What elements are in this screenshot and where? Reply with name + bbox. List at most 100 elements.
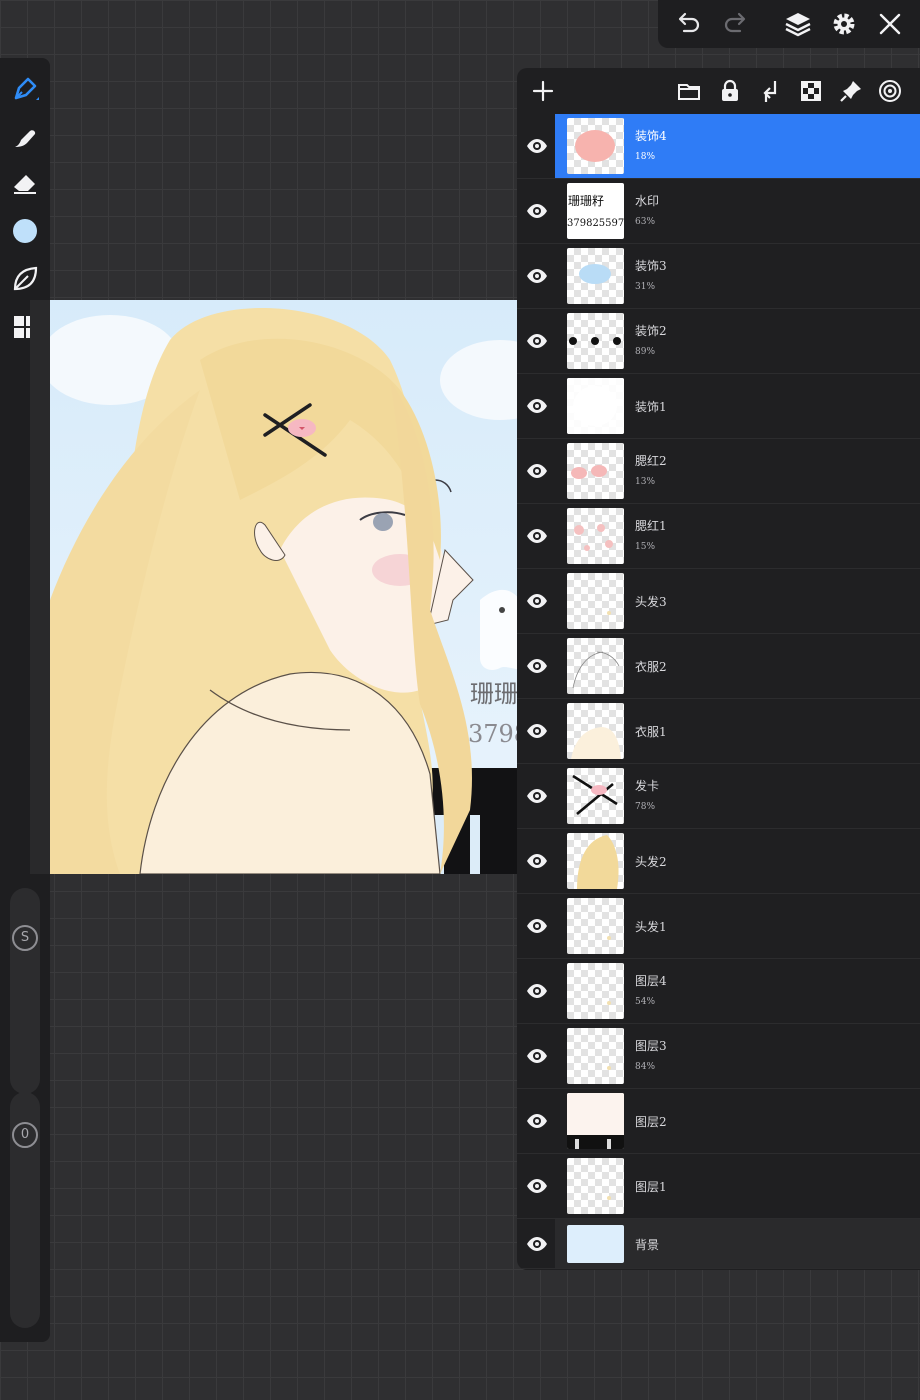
eye-icon[interactable] xyxy=(525,1232,549,1256)
color-swatch[interactable] xyxy=(8,214,42,248)
layer-name: 头发3 xyxy=(635,595,667,609)
smudge-icon[interactable] xyxy=(8,120,42,154)
top-toolbar xyxy=(658,0,920,48)
eye-icon[interactable] xyxy=(525,719,549,743)
layer-row[interactable]: 头发1 xyxy=(517,894,920,959)
layer-row[interactable]: 背景 xyxy=(517,1219,920,1269)
gear-icon[interactable] xyxy=(828,8,860,40)
layer-name: 装饰3 xyxy=(635,259,667,273)
pin-icon[interactable] xyxy=(837,77,865,105)
layer-opacity: 84% xyxy=(635,1062,656,1072)
brush-size-slider[interactable] xyxy=(10,888,40,1094)
layer-thumbnail xyxy=(567,248,624,304)
layer-thumbnail xyxy=(567,378,624,434)
layer-row[interactable]: 腮红1 15% xyxy=(517,504,920,569)
layer-row[interactable]: 图层2 xyxy=(517,1089,920,1154)
layer-name: 水印 xyxy=(635,194,660,208)
watermark-thumb-line1: 珊珊籽 xyxy=(568,194,604,208)
layer-opacity: 78% xyxy=(635,802,656,812)
layer-name: 衣服2 xyxy=(635,660,667,674)
merge-down-icon[interactable] xyxy=(757,77,785,105)
layer-thumbnail xyxy=(567,573,624,629)
layer-row[interactable]: 图层4 54% xyxy=(517,959,920,1024)
plus-icon[interactable] xyxy=(529,77,557,105)
folder-icon[interactable] xyxy=(675,77,703,105)
layer-name: 装饰2 xyxy=(635,324,667,338)
layer-name: 图层3 xyxy=(635,1039,667,1053)
layer-name: 腮红1 xyxy=(635,519,667,533)
layer-row[interactable]: 装饰2 89% xyxy=(517,309,920,374)
layer-thumbnail xyxy=(567,703,624,759)
eye-icon[interactable] xyxy=(525,914,549,938)
layer-opacity: 31% xyxy=(635,282,656,292)
layer-name: 图层2 xyxy=(635,1115,667,1129)
layer-row[interactable]: 腮红2 13% xyxy=(517,439,920,504)
drawing-canvas[interactable]: 珊珊 3798 xyxy=(50,300,520,874)
layers-icon[interactable] xyxy=(782,8,814,40)
layer-row[interactable]: 装饰3 31% xyxy=(517,244,920,309)
layer-opacity: 54% xyxy=(635,997,656,1007)
eye-icon[interactable] xyxy=(525,394,549,418)
alpha-icon[interactable] xyxy=(797,77,825,105)
size-slider-knob[interactable]: S xyxy=(12,925,38,951)
layer-row[interactable]: 发卡 78% xyxy=(517,764,920,829)
layer-thumbnail xyxy=(567,898,624,954)
eye-icon[interactable] xyxy=(525,979,549,1003)
eye-icon[interactable] xyxy=(525,264,549,288)
lock-icon[interactable] xyxy=(716,77,744,105)
layer-thumbnail: 珊珊籽 379825597 xyxy=(567,183,624,239)
eye-icon[interactable] xyxy=(525,1109,549,1133)
eye-icon[interactable] xyxy=(525,524,549,548)
layer-row[interactable]: 装饰4 18% xyxy=(517,114,920,179)
eye-icon[interactable] xyxy=(525,199,549,223)
layer-row[interactable]: 头发2 xyxy=(517,829,920,894)
opacity-slider-knob[interactable]: 0 xyxy=(12,1122,38,1148)
layer-thumbnail xyxy=(567,638,624,694)
layer-thumbnail xyxy=(567,1225,624,1263)
eye-icon[interactable] xyxy=(525,849,549,873)
layer-row[interactable]: 图层1 xyxy=(517,1154,920,1219)
eye-icon[interactable] xyxy=(525,459,549,483)
layer-name: 背景 xyxy=(635,1238,660,1252)
layer-name: 头发2 xyxy=(635,855,667,869)
layer-thumbnail xyxy=(567,1158,624,1214)
layer-name: 衣服1 xyxy=(635,725,667,739)
layer-thumbnail xyxy=(567,118,624,174)
layer-row[interactable]: 图层3 84% xyxy=(517,1024,920,1089)
layer-thumbnail xyxy=(567,1028,624,1084)
layer-row[interactable]: 珊珊籽 379825597 水印 63% xyxy=(517,179,920,244)
layer-row[interactable]: 头发3 xyxy=(517,569,920,634)
layer-thumbnail xyxy=(567,833,624,889)
layers-panel: 装饰4 18% 珊珊籽 379825597 水印 63% 装饰3 31% 装饰2 89% 装饰1 腮红… xyxy=(517,68,920,1270)
canvas-watermark-line2: 3798 xyxy=(468,720,520,748)
layer-opacity: 18% xyxy=(635,152,656,162)
layer-name: 图层4 xyxy=(635,974,667,988)
eye-icon[interactable] xyxy=(525,329,549,353)
eye-icon[interactable] xyxy=(525,1044,549,1068)
layer-row[interactable]: 装饰1 xyxy=(517,374,920,439)
eye-icon[interactable] xyxy=(525,784,549,808)
layer-row[interactable]: 衣服2 xyxy=(517,634,920,699)
layer-thumbnail xyxy=(567,313,624,369)
close-icon[interactable] xyxy=(874,8,906,40)
layer-thumbnail xyxy=(567,508,624,564)
layer-opacity: 89% xyxy=(635,347,656,357)
eye-icon[interactable] xyxy=(525,654,549,678)
target-icon[interactable] xyxy=(876,77,904,105)
layer-opacity: 15% xyxy=(635,542,656,552)
eye-icon[interactable] xyxy=(525,134,549,158)
pen-icon[interactable] xyxy=(8,72,42,106)
canvas-shadow xyxy=(30,300,50,874)
layer-name: 图层1 xyxy=(635,1180,667,1194)
layer-name: 头发1 xyxy=(635,920,667,934)
layer-thumbnail xyxy=(567,1093,624,1149)
canvas-watermark-line1: 珊珊 xyxy=(470,680,518,708)
layer-row[interactable]: 衣服1 xyxy=(517,699,920,764)
layer-name: 装饰4 xyxy=(635,129,667,143)
undo-icon[interactable] xyxy=(672,8,704,40)
eye-icon[interactable] xyxy=(525,1174,549,1198)
eraser-icon[interactable] xyxy=(8,166,42,200)
eye-icon[interactable] xyxy=(525,589,549,613)
leaf-icon[interactable] xyxy=(8,262,42,296)
redo-icon[interactable] xyxy=(720,8,752,40)
